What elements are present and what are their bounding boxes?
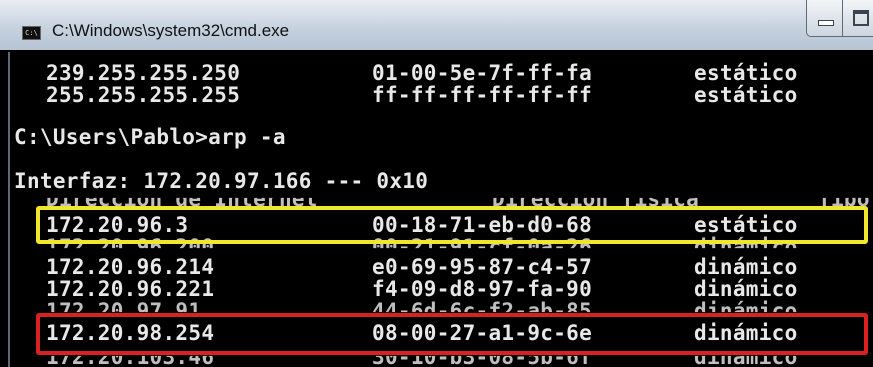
maximize-button[interactable] xyxy=(842,0,873,37)
interface-line: Interfaz: 172.20.97.166 --- 0x10 xyxy=(14,169,429,193)
window-title: C:\Windows\system32\cmd.exe xyxy=(52,21,290,40)
highlight-box-yellow xyxy=(36,206,868,244)
arp-row-ip: 172.20.96.221 xyxy=(46,277,215,301)
title-bar[interactable]: C:\ C:\Windows\system32\cmd.exe xyxy=(0,0,873,50)
arp-row-mac: f4-09-d8-97-fa-90 xyxy=(372,277,593,301)
arp-row-type: dinámico xyxy=(694,255,798,279)
command-prompt: C:\Users\Pablo>arp -a xyxy=(14,125,286,149)
top-row-type: estático xyxy=(694,83,798,107)
arp-row-type: dinámico xyxy=(694,277,798,301)
maximize-icon xyxy=(853,10,869,26)
top-row-type: estático xyxy=(694,61,798,85)
top-row-mac: ff-ff-ff-ff-ff-ff xyxy=(372,83,593,107)
minimize-icon xyxy=(818,20,834,26)
top-row-mac: 01-00-5e-7f-ff-fa xyxy=(372,61,593,85)
cmd-icon: C:\ xyxy=(22,26,41,40)
arp-row-mac: e0-69-95-87-c4-57 xyxy=(372,255,593,279)
highlight-box-red xyxy=(36,313,868,355)
top-row-ip: 255.255.255.255 xyxy=(46,83,241,107)
minimize-button[interactable] xyxy=(806,0,844,37)
top-row-ip: 239.255.255.250 xyxy=(46,61,241,85)
arp-row-ip: 172.20.96.214 xyxy=(46,255,215,279)
cmd-window: C:\ C:\Windows\system32\cmd.exe 239.255.… xyxy=(0,0,873,367)
